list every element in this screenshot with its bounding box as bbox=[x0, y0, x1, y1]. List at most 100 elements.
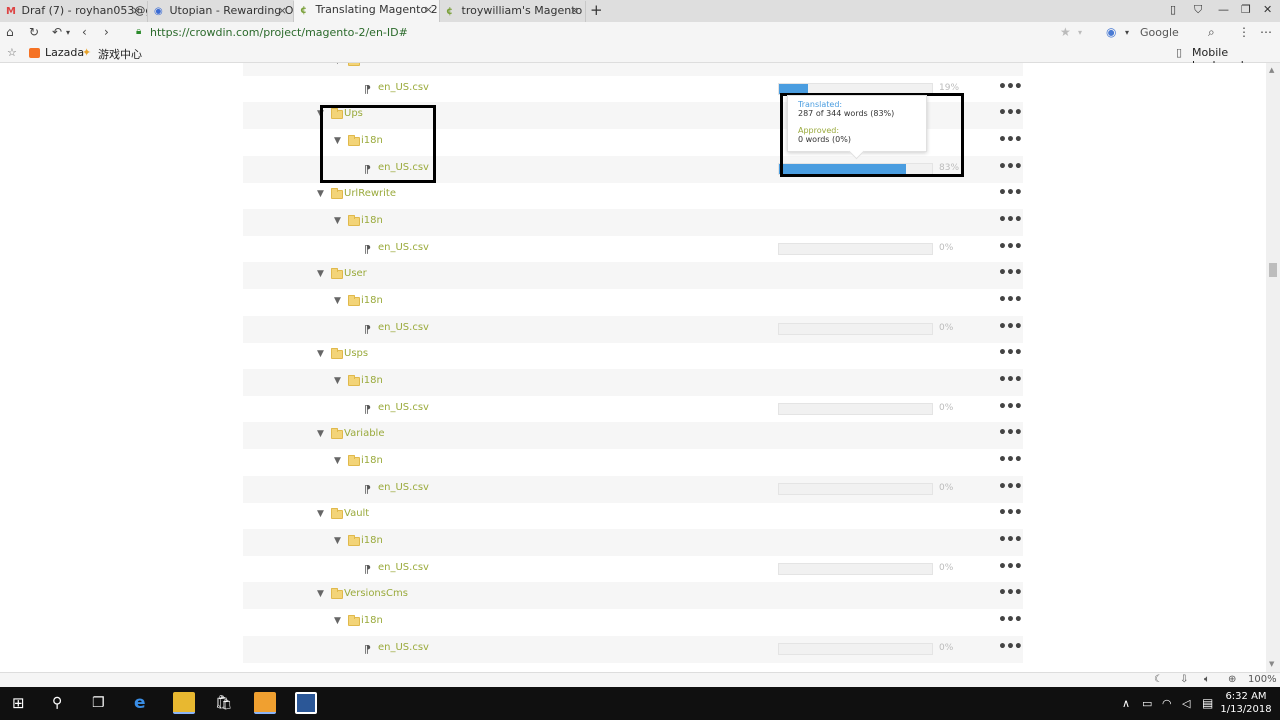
expand-arrow-icon[interactable]: ▼ bbox=[334, 376, 341, 386]
expand-arrow-icon[interactable]: ▼ bbox=[334, 216, 341, 226]
folder-name[interactable]: i18n bbox=[361, 375, 383, 386]
file-row[interactable]: ⁋ en_US.csv 0% ••• bbox=[243, 315, 1023, 343]
folder-name[interactable]: i18n bbox=[361, 295, 383, 306]
search-input[interactable]: Google bbox=[1140, 26, 1179, 39]
chevron-up-icon[interactable]: ∧ bbox=[1122, 697, 1130, 710]
more-actions-icon[interactable]: ••• bbox=[998, 132, 1023, 148]
search-engine-icon[interactable]: ◉ bbox=[1106, 25, 1116, 39]
url-field[interactable]: https://crowdin.com/project/magento-2/en… bbox=[150, 26, 408, 39]
more-actions-icon[interactable]: ••• bbox=[998, 79, 1023, 95]
folder-name[interactable]: Usps bbox=[344, 348, 368, 359]
more-actions-icon[interactable]: ••• bbox=[998, 532, 1023, 548]
more-actions-icon[interactable]: ••• bbox=[998, 239, 1023, 255]
progress-bar[interactable] bbox=[778, 482, 933, 495]
file-row[interactable]: ⁋ en_US.csv 0% ••• bbox=[243, 396, 1023, 423]
more-actions-icon[interactable]: ••• bbox=[998, 292, 1023, 308]
folder-row[interactable]: ▼ i18n ••• bbox=[243, 63, 1023, 76]
more-actions-icon[interactable]: ••• bbox=[998, 505, 1023, 521]
more-icon[interactable]: ⋯ bbox=[1260, 25, 1272, 39]
minimize-button[interactable]: — bbox=[1218, 3, 1229, 16]
undo-icon[interactable]: ↶ bbox=[52, 25, 62, 39]
clock[interactable]: 6:32 AM 1/13/2018 bbox=[1220, 690, 1272, 716]
more-actions-icon[interactable]: ••• bbox=[998, 319, 1023, 335]
bookmark-lazada[interactable]: Lazada bbox=[45, 46, 84, 59]
folder-name[interactable]: VersionsCms bbox=[344, 588, 408, 599]
more-actions-icon[interactable]: ••• bbox=[998, 345, 1023, 361]
close-window-button[interactable]: ✕ bbox=[1263, 3, 1272, 16]
progress-bar[interactable] bbox=[778, 402, 933, 415]
word-icon[interactable] bbox=[295, 692, 317, 714]
folder-name[interactable]: i18n bbox=[361, 615, 383, 626]
close-icon[interactable]: × bbox=[570, 1, 579, 21]
expand-arrow-icon[interactable]: ▼ bbox=[334, 296, 341, 306]
back-icon[interactable]: ‹ bbox=[82, 25, 87, 39]
tab-translating-magento[interactable]: ¢ Translating Magento 2 t × bbox=[294, 0, 440, 22]
file-name[interactable]: en_US.csv bbox=[378, 482, 429, 493]
expand-arrow-icon[interactable]: ▼ bbox=[317, 189, 324, 199]
scroll-down-icon[interactable]: ▼ bbox=[1269, 660, 1274, 668]
night-mode-icon[interactable]: ☾ bbox=[1154, 674, 1163, 685]
expand-arrow-icon[interactable]: ▼ bbox=[334, 616, 341, 626]
folder-row[interactable]: ▼ VersionsCms ••• bbox=[243, 582, 1023, 610]
zoom-icon[interactable]: ⊕ bbox=[1228, 674, 1236, 685]
tab-gmail[interactable]: M Draf (7) - royhan053@g × bbox=[0, 1, 148, 22]
chevron-down-icon[interactable]: ▾ bbox=[1125, 28, 1129, 37]
folder-name[interactable]: Variable bbox=[344, 428, 385, 439]
wifi-icon[interactable]: ◠ bbox=[1162, 697, 1172, 710]
folder-row[interactable]: ▼ UrlRewrite ••• bbox=[243, 182, 1023, 209]
file-name[interactable]: en_US.csv bbox=[378, 562, 429, 573]
expand-arrow-icon[interactable]: ▼ bbox=[317, 589, 324, 599]
file-name[interactable]: en_US.csv bbox=[378, 402, 429, 413]
file-explorer-icon[interactable] bbox=[173, 692, 195, 714]
search-icon[interactable]: ⚲ bbox=[52, 695, 62, 711]
shield-icon[interactable]: ⛉ bbox=[1194, 3, 1202, 17]
more-actions-icon[interactable]: ••• bbox=[998, 399, 1023, 415]
home-icon[interactable]: ⌂ bbox=[6, 25, 14, 39]
more-actions-icon[interactable]: ••• bbox=[998, 159, 1023, 175]
battery-icon[interactable]: ▭ bbox=[1142, 697, 1152, 710]
scrollbar[interactable]: ▲ ▼ bbox=[1266, 63, 1280, 672]
expand-arrow-icon[interactable]: ▼ bbox=[317, 429, 324, 439]
star-icon[interactable]: ★ bbox=[1060, 25, 1071, 39]
download-icon[interactable]: ⇩ bbox=[1180, 674, 1188, 685]
close-icon[interactable]: × bbox=[278, 1, 287, 21]
folder-name[interactable]: i18n bbox=[361, 215, 383, 226]
file-name[interactable]: en_US.csv bbox=[378, 242, 429, 253]
file-row[interactable]: ⁋ en_US.csv 0% ••• bbox=[243, 475, 1023, 503]
windows-start-icon[interactable]: ⊞ bbox=[12, 694, 25, 712]
forward-icon[interactable]: › bbox=[104, 25, 109, 39]
folder-row[interactable]: ▼ User ••• bbox=[243, 262, 1023, 290]
star-outline-icon[interactable]: ☆ bbox=[7, 46, 17, 59]
more-actions-icon[interactable]: ••• bbox=[998, 185, 1023, 201]
more-actions-icon[interactable]: ••• bbox=[998, 585, 1023, 601]
uc-browser-icon[interactable] bbox=[254, 692, 276, 714]
more-actions-icon[interactable]: ••• bbox=[998, 63, 1023, 68]
more-actions-icon[interactable]: ••• bbox=[998, 265, 1023, 281]
folder-row[interactable]: ▼ i18n ••• bbox=[243, 449, 1023, 476]
file-name[interactable]: en_US.csv bbox=[378, 322, 429, 333]
folder-row[interactable]: ▼ Variable ••• bbox=[243, 422, 1023, 450]
bookmark-game-center[interactable]: 游戏中心 bbox=[98, 46, 142, 62]
folder-row[interactable]: ▼ Usps ••• bbox=[243, 342, 1023, 369]
scroll-up-icon[interactable]: ▲ bbox=[1269, 66, 1274, 74]
tab-utopian[interactable]: ◉ Utopian - Rewarding O × bbox=[148, 1, 294, 22]
folder-row[interactable]: ▼ Vault ••• bbox=[243, 502, 1023, 529]
file-row[interactable]: ⁋ en_US.csv 0% ••• bbox=[243, 556, 1023, 583]
folder-name[interactable]: Vault bbox=[344, 508, 369, 519]
more-actions-icon[interactable]: ••• bbox=[998, 612, 1023, 628]
more-actions-icon[interactable]: ••• bbox=[998, 372, 1023, 388]
close-icon[interactable]: × bbox=[132, 1, 141, 21]
reload-icon[interactable]: ↻ bbox=[29, 25, 39, 39]
tab-troywilliam[interactable]: ¢ troywilliam's Magento 2 × bbox=[440, 1, 586, 22]
expand-arrow-icon[interactable]: ▼ bbox=[334, 456, 341, 466]
zoom-level[interactable]: 100% bbox=[1248, 674, 1277, 685]
folder-name[interactable]: i18n bbox=[361, 535, 383, 546]
expand-arrow-icon[interactable]: ▼ bbox=[317, 269, 324, 279]
edge-icon[interactable]: e bbox=[134, 693, 146, 713]
volume-icon[interactable]: 🔈︎ bbox=[1204, 674, 1210, 685]
progress-bar[interactable] bbox=[778, 322, 933, 335]
more-actions-icon[interactable]: ••• bbox=[998, 479, 1023, 495]
chevron-down-icon[interactable]: ▾ bbox=[66, 28, 70, 37]
more-actions-icon[interactable]: ••• bbox=[998, 452, 1023, 468]
folder-row[interactable]: ▼ i18n ••• bbox=[243, 369, 1023, 397]
